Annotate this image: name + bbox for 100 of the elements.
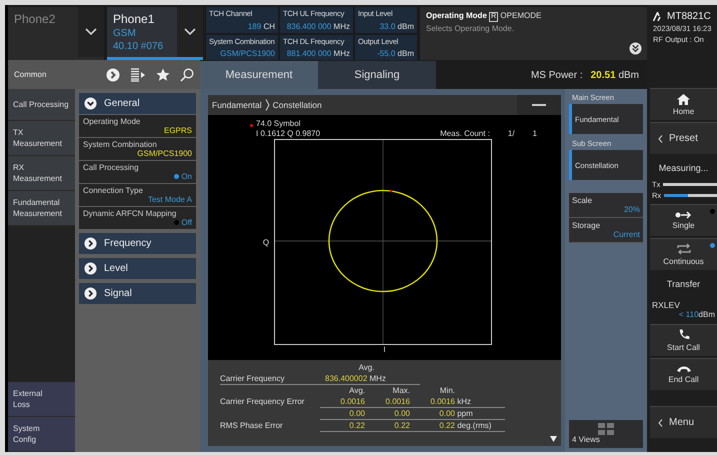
power-label: MS Power :	[530, 70, 583, 80]
tab[interactable]: Signaling	[318, 61, 436, 89]
expand-icon[interactable]	[629, 42, 642, 55]
setting-value: On	[181, 172, 192, 181]
nav-item[interactable]: TX Measurement	[8, 121, 75, 156]
chevron-down-icon	[85, 28, 97, 36]
setting-label: Scale	[572, 196, 594, 205]
loop-icon	[674, 243, 692, 255]
phone-version: 40.10 #076	[113, 41, 164, 52]
column-header: Min.	[438, 385, 455, 396]
chevron-left-icon	[658, 418, 663, 426]
preset-button[interactable]: Preset	[650, 122, 717, 154]
grid-icon	[598, 423, 614, 435]
list-play-icon[interactable]	[130, 68, 146, 82]
phone-selector[interactable]: Phone2	[8, 7, 104, 60]
result-value: 0.00	[410, 408, 455, 420]
result-value: 0.00	[365, 408, 410, 420]
search-icon[interactable]	[180, 68, 194, 82]
result-value: 0.0016	[320, 396, 365, 408]
group-header[interactable]: Frequency	[79, 233, 196, 254]
nav-item[interactable]: External Loss	[8, 382, 75, 417]
setting-label: Dynamic ARFCN Mapping	[83, 209, 178, 218]
setting-label: Operating Mode	[83, 117, 142, 126]
minus-icon	[532, 104, 546, 106]
phone-icon	[678, 329, 690, 341]
setting-row[interactable]: Connection Type Test Mode A	[79, 184, 196, 206]
parameter-value: 881.400 000 MHz	[286, 49, 350, 58]
result-value: 0.00	[320, 408, 365, 420]
logo-icon	[653, 12, 662, 21]
dot-arrow-icon	[674, 211, 692, 219]
setting-label: Connection Type	[83, 186, 144, 195]
scroll-down-icon[interactable]	[550, 436, 557, 442]
breadcrumb-item: Constellation	[272, 100, 322, 110]
result-label: Carrier Frequency Error	[220, 396, 306, 408]
setting-label: Call Processing	[83, 163, 140, 172]
column-header: Avg.	[348, 385, 365, 396]
phone-selector[interactable]: Phone1 GSM 40.10 #076	[107, 7, 203, 60]
menu-button[interactable]: Menu	[650, 406, 717, 438]
chevron-down-circle-icon	[84, 97, 97, 110]
column-header: Max.	[392, 385, 410, 396]
star-icon[interactable]	[156, 68, 170, 82]
minimize-button[interactable]	[517, 95, 561, 115]
result-value: 0.0016	[365, 396, 410, 408]
result-value: 0.22	[320, 420, 365, 432]
result-value: 0.0016	[410, 396, 455, 408]
model-name: MT8821C	[667, 11, 711, 22]
breadcrumb-item: Fundamental	[212, 100, 262, 110]
setting-label: System Combination	[83, 140, 158, 149]
end-call-button[interactable]: End Call	[650, 358, 717, 390]
status-text: Transfer	[666, 279, 700, 289]
setting-row[interactable]: Call Processing On	[79, 161, 196, 183]
chevron-right-circle-icon	[84, 262, 97, 275]
setting-value: Current	[613, 230, 640, 239]
setting-row[interactable]: Dynamic ARFCN Mapping Off	[79, 207, 196, 229]
setting-value: Test Mode A	[148, 195, 192, 204]
axis-label: Q	[262, 238, 270, 246]
reading-label: RXLEV	[652, 300, 681, 310]
setting-row[interactable]: System Combination GSM/PCS1900	[79, 138, 196, 160]
views-button[interactable]: 4 Views	[569, 420, 643, 448]
result-unit: ppm	[455, 408, 505, 420]
group-header[interactable]: Level	[79, 258, 196, 279]
chevron-right-circle-icon	[84, 237, 97, 250]
parameter-value: -55.0 dBm	[376, 49, 414, 58]
setting-value: Off	[181, 218, 192, 227]
reading-value: < 110dBm	[678, 310, 715, 319]
group-header[interactable]: General	[79, 93, 196, 114]
axis-label: I	[383, 345, 386, 354]
chevron-left-icon	[658, 134, 663, 142]
result-value: 0.22	[410, 420, 455, 432]
power-value: 20.51 dBm	[590, 70, 639, 80]
phone-name: Phone1	[113, 12, 156, 26]
result-unit: deg.(rms)	[455, 420, 505, 432]
parameter-value: 836.400 000 MHz	[286, 22, 350, 30]
single-button[interactable]: Single	[650, 204, 717, 236]
tab[interactable]: Measurement	[200, 61, 318, 89]
nav-item[interactable]: Fundamental Measurement	[8, 191, 75, 226]
result-value: 0.22	[365, 420, 410, 432]
home-button[interactable]: Home	[650, 88, 717, 120]
nav-item[interactable]: RX Measurement	[8, 156, 75, 191]
chevron-down-icon	[184, 28, 196, 36]
result-value: 836.400002 MHz	[325, 373, 387, 384]
parameter-value: GSM/PCS1900	[219, 49, 275, 58]
hang-up-icon	[676, 365, 692, 373]
nav-item[interactable]: System Config	[8, 417, 75, 452]
setting-value: 20%	[624, 205, 640, 214]
result-label: RMS Phase Error	[220, 420, 284, 432]
level-meter	[663, 183, 717, 186]
breadcrumb-separator-icon	[264, 99, 270, 111]
parameter-value: 33.0 dBm	[378, 22, 414, 30]
help-text: Selects Operating Mode.	[426, 24, 516, 33]
parameter-value: 189 CH	[246, 22, 275, 30]
chevron-right-circle-icon[interactable]	[106, 68, 120, 82]
setting-label: Storage	[572, 221, 602, 230]
continuous-button[interactable]: Continuous	[650, 238, 717, 270]
count-label: Meas. Count :	[440, 129, 490, 139]
nav-item[interactable]: Call Processing	[8, 89, 75, 121]
start-call-button[interactable]: Start Call	[650, 324, 717, 356]
setting-row[interactable]: Operating Mode EGPRS	[79, 115, 196, 137]
status-text: Measuring...	[658, 163, 708, 173]
group-header[interactable]: Signal	[79, 283, 196, 304]
